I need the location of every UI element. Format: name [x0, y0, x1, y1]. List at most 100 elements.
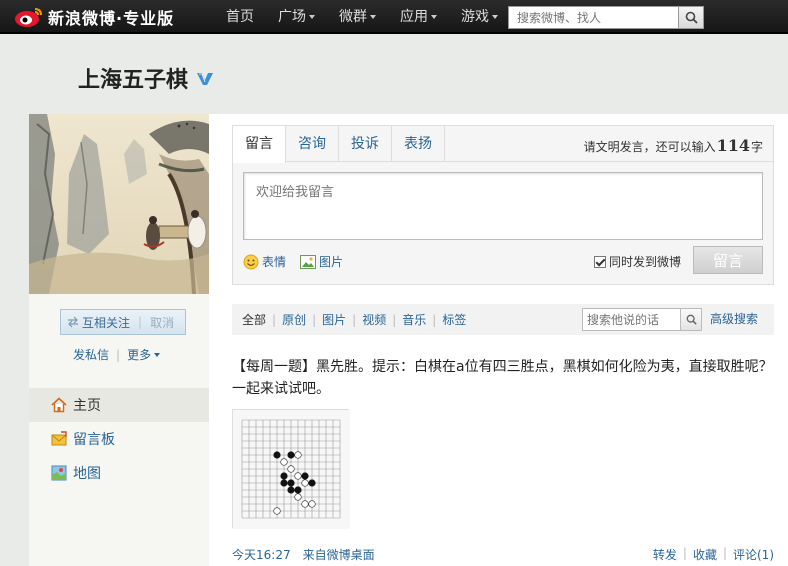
- feed-search-input[interactable]: [582, 308, 680, 331]
- caret-down-icon: [431, 15, 437, 19]
- board-stone: [294, 472, 302, 480]
- mutual-follow-button[interactable]: 互相关注 | 取消: [60, 309, 186, 335]
- caret-down-icon: [492, 15, 498, 19]
- quota-prefix: 请文明发言，还可以输入: [583, 140, 716, 154]
- caret-down-icon: [370, 15, 376, 19]
- send-message-link[interactable]: 发私信: [73, 346, 109, 363]
- nav-square[interactable]: 广场: [266, 0, 327, 34]
- tab-praise[interactable]: 表扬: [392, 126, 445, 162]
- unfollow-button[interactable]: 取消: [150, 314, 174, 331]
- nav-label: 游戏: [461, 9, 489, 25]
- follow-label: 互相关注: [82, 315, 131, 330]
- left-column: 互相关注 | 取消 发私信 | 更多 主页 留言板 地图: [29, 114, 209, 566]
- more-label: 更多: [127, 348, 152, 362]
- nav-home[interactable]: 首页: [214, 0, 266, 34]
- weibo-eye-icon: [15, 8, 42, 27]
- board-stone: [280, 479, 288, 487]
- tab-consult[interactable]: 咨询: [286, 126, 339, 162]
- image-button[interactable]: 图片: [300, 253, 343, 270]
- top-search-input[interactable]: [508, 6, 678, 29]
- follow-status: 互相关注: [61, 314, 130, 331]
- separator: |: [432, 312, 437, 327]
- weibo-logo[interactable]: 新浪微博·专业版: [14, 4, 174, 30]
- image-label: 图片: [319, 255, 344, 269]
- feed-search: [582, 308, 702, 331]
- caret-down-icon: [154, 352, 161, 357]
- separator: |: [272, 312, 277, 327]
- smiley-icon: [243, 254, 259, 269]
- repost-link[interactable]: 转发: [653, 546, 677, 563]
- nav-groups[interactable]: 微群: [327, 0, 388, 34]
- message-input[interactable]: [243, 172, 763, 240]
- message-box: 留言 咨询 投诉 表扬 请文明发言，还可以输入 114 字 表情 图片 同时发到…: [232, 125, 774, 285]
- board-stone: [301, 472, 309, 480]
- board-stone: [308, 479, 316, 487]
- feed-search-button[interactable]: [680, 308, 702, 331]
- quota-suffix: 字: [750, 140, 763, 154]
- brand-name: 新浪微博·专业版: [48, 9, 175, 28]
- board-stone: [287, 479, 295, 487]
- board-stone: [273, 451, 281, 459]
- top-search-button[interactable]: [678, 6, 704, 29]
- board-stone: [287, 486, 295, 494]
- picture-icon: [300, 254, 317, 269]
- ink-painting-image: [29, 114, 209, 294]
- board-stone: [287, 451, 295, 459]
- nav-apps[interactable]: 应用: [388, 0, 449, 34]
- verified-v-icon[interactable]: [196, 69, 214, 87]
- tab-message[interactable]: 留言: [233, 126, 286, 163]
- left-nav-label: 留言板: [73, 432, 115, 448]
- post-text: 【每周一题】黑先胜。提示：白棋在a位有四三胜点，黑棋如何化险为夷，直接取胜呢？一…: [232, 359, 773, 397]
- separator: |: [352, 312, 357, 327]
- tab-complaint[interactable]: 投诉: [339, 126, 392, 162]
- separator: |: [116, 347, 121, 362]
- left-nav-message-board[interactable]: 留言板: [29, 422, 209, 456]
- filter-bar: 全部 | 原创 | 图片 | 视频 | 音乐 | 标签 高级搜索: [232, 304, 774, 335]
- map-icon: [51, 465, 67, 481]
- profile-cover-image: [29, 114, 209, 294]
- filter-music[interactable]: 音乐: [402, 311, 426, 328]
- top-search: [508, 6, 704, 29]
- checkbox-checked-icon[interactable]: [594, 255, 606, 268]
- separator: |: [138, 315, 143, 329]
- post-actions: 转发 | 收藏 | 评论(1): [653, 546, 774, 563]
- post-source-link[interactable]: 来自微博桌面: [303, 546, 375, 563]
- nav-label: 微群: [339, 9, 367, 25]
- left-nav: 主页 留言板 地图: [29, 388, 209, 490]
- board-stone: [308, 500, 316, 508]
- nav-label: 应用: [400, 9, 428, 25]
- post-time-link[interactable]: 今天16:27: [232, 546, 291, 563]
- nav-games[interactable]: 游戏: [449, 0, 510, 34]
- filter-tags[interactable]: 标签: [442, 311, 466, 328]
- board-stone: [280, 472, 288, 480]
- advanced-search-link[interactable]: 高级搜索: [710, 304, 758, 335]
- board-stone: [273, 507, 281, 515]
- submit-message-button[interactable]: 留言: [693, 246, 763, 274]
- left-nav-home[interactable]: 主页: [29, 388, 209, 422]
- swap-arrows-icon: [68, 316, 78, 328]
- separator: |: [392, 312, 397, 327]
- post-image-gomoku-board[interactable]: [232, 409, 350, 529]
- left-nav-map[interactable]: 地图: [29, 456, 209, 490]
- emoticon-button[interactable]: 表情: [243, 253, 286, 270]
- nav-label: 首页: [226, 9, 254, 25]
- filter-videos[interactable]: 视频: [362, 311, 386, 328]
- search-icon: [686, 314, 697, 325]
- separator: |: [682, 546, 687, 560]
- caret-down-icon: [309, 15, 315, 19]
- board-stone: [301, 500, 309, 508]
- profile-name: 上海五子棋: [78, 68, 189, 93]
- profile-actions: 发私信 | 更多: [73, 346, 161, 363]
- message-board-icon: [51, 431, 67, 446]
- filter-images[interactable]: 图片: [322, 311, 346, 328]
- sync-to-weibo-checkbox[interactable]: 同时发到微博: [594, 253, 681, 270]
- filter-original[interactable]: 原创: [282, 311, 306, 328]
- comment-link[interactable]: 评论(1): [733, 546, 774, 563]
- more-dropdown[interactable]: 更多: [127, 346, 161, 363]
- nav-label: 广场: [278, 9, 306, 25]
- char-quota: 请文明发言，还可以输入 114 字: [584, 136, 763, 155]
- favorite-link[interactable]: 收藏: [693, 546, 717, 563]
- board-stone: [294, 451, 302, 459]
- filter-all[interactable]: 全部: [242, 311, 266, 328]
- profile-title: 上海五子棋: [78, 62, 214, 94]
